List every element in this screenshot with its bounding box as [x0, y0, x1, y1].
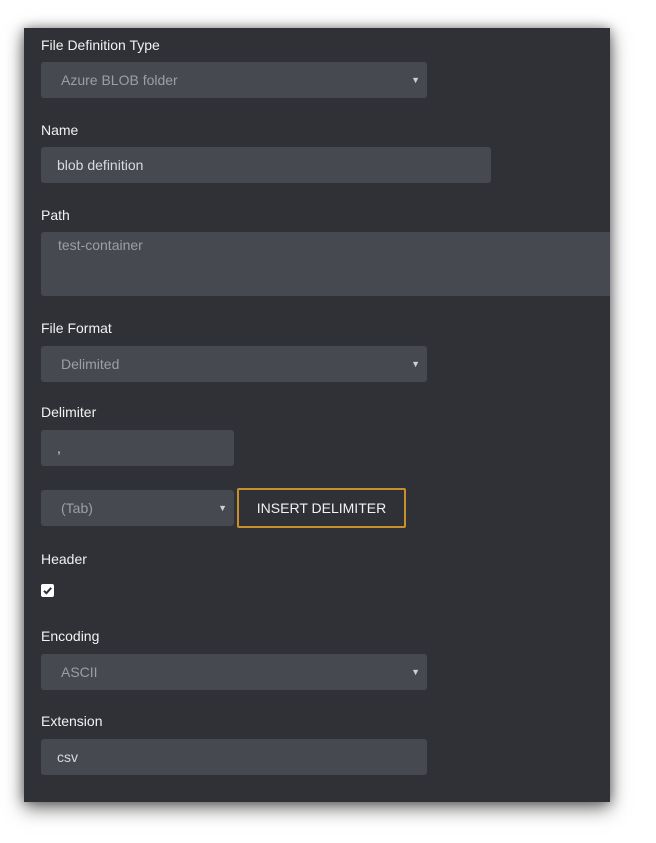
name-label: Name — [41, 122, 79, 138]
file-definition-type-select[interactable]: Azure BLOB folder ▼ — [41, 62, 427, 98]
caret-down-icon: ▼ — [411, 359, 420, 369]
path-textarea[interactable]: test-container — [41, 232, 610, 296]
delimiter-input-value: , — [57, 440, 61, 456]
caret-down-icon: ▼ — [411, 667, 420, 677]
name-input[interactable]: blob definition — [41, 147, 491, 183]
header-checkbox[interactable] — [41, 584, 54, 597]
path-label: Path — [41, 207, 70, 223]
extension-input-value: csv — [57, 749, 78, 765]
encoding-select[interactable]: ASCII ▼ — [41, 654, 427, 690]
delimiter-input[interactable]: , — [41, 430, 234, 466]
extension-label: Extension — [41, 713, 103, 729]
file-definition-form: File Definition Type Azure BLOB folder ▼… — [24, 28, 610, 802]
name-input-value: blob definition — [57, 157, 144, 173]
delimiter-preset-value: (Tab) — [61, 500, 93, 516]
caret-down-icon: ▼ — [411, 75, 420, 85]
caret-down-icon: ▼ — [218, 503, 227, 513]
extension-input[interactable]: csv — [41, 739, 427, 775]
insert-delimiter-button[interactable]: INSERT DELIMITER — [237, 488, 406, 528]
delimiter-preset-select[interactable]: (Tab) ▼ — [41, 490, 234, 526]
encoding-label: Encoding — [41, 628, 100, 644]
file-format-value: Delimited — [61, 356, 120, 372]
file-format-label: File Format — [41, 320, 112, 336]
path-textarea-value: test-container — [58, 237, 143, 253]
header-label: Header — [41, 551, 87, 567]
file-format-select[interactable]: Delimited ▼ — [41, 346, 427, 382]
encoding-value: ASCII — [61, 664, 98, 680]
checkmark-icon — [43, 587, 52, 595]
file-definition-type-label: File Definition Type — [41, 37, 160, 53]
delimiter-label: Delimiter — [41, 404, 97, 420]
file-definition-type-value: Azure BLOB folder — [61, 72, 178, 88]
